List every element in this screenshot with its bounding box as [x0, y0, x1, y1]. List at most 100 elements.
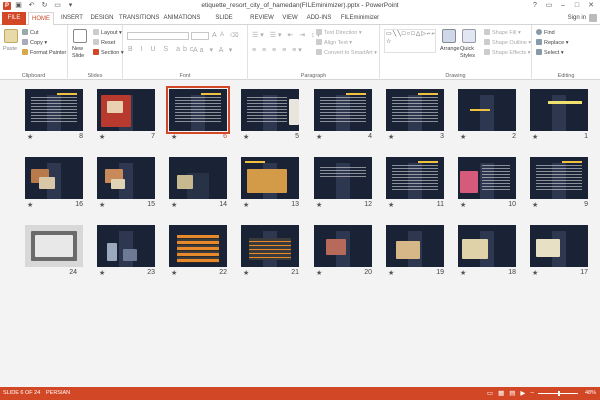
paste-icon[interactable] — [4, 29, 18, 43]
text-direction-button[interactable]: Text Direction ▾ — [316, 29, 362, 36]
avatar[interactable] — [589, 14, 597, 22]
transition-star-icon: ★ — [171, 202, 178, 209]
slide-thumbnail-7[interactable] — [97, 89, 155, 131]
replace-icon — [536, 39, 542, 45]
slide-thumbnail-15[interactable] — [97, 157, 155, 199]
slide-thumbnail-16[interactable] — [25, 157, 83, 199]
paste-button[interactable]: Paste — [3, 46, 17, 52]
slide-thumbnail-18[interactable] — [458, 225, 516, 267]
zoom-slider-handle[interactable] — [558, 391, 560, 396]
list-buttons[interactable]: ☰▾ ☰▾ ⇤ ⇥ ↕▾ — [252, 31, 322, 39]
font-name-input[interactable] — [127, 32, 189, 40]
tab-add-ins[interactable]: ADD-INS — [304, 12, 334, 25]
cut-button[interactable]: Cut — [22, 29, 39, 36]
reset-button[interactable]: Reset — [93, 39, 115, 46]
replace-button[interactable]: Replace ▾ — [536, 39, 568, 46]
drawing-group-label: Drawing — [445, 73, 466, 79]
slide-thumbnail-19[interactable] — [386, 225, 444, 267]
tab-design[interactable]: DESIGN — [88, 12, 116, 25]
font-style-buttons[interactable]: B I U S abc — [128, 46, 196, 53]
transition-star-icon: ★ — [243, 202, 250, 209]
font-color-buttons[interactable]: Aa ▾ A ▾ — [193, 46, 234, 54]
effects-icon — [484, 49, 490, 55]
align-text-button[interactable]: Align Text ▾ — [316, 39, 352, 46]
select-button[interactable]: Select ▾ — [536, 49, 564, 56]
shapes-gallery[interactable]: ▭╲╲□○□△▷⌐⌐↓⇨↑↓{}☆ — [384, 29, 436, 53]
find-button[interactable]: Find — [536, 29, 555, 36]
help-icon[interactable]: ? — [528, 0, 542, 11]
slide-thumbnail-4[interactable] — [314, 89, 372, 131]
search-icon — [536, 29, 542, 35]
language-indicator[interactable]: PERSIAN — [46, 390, 70, 396]
zoom-level[interactable]: 48% — [585, 390, 596, 396]
sign-in-link[interactable]: Sign in — [568, 15, 586, 21]
slide-thumbnail-13[interactable] — [241, 157, 299, 199]
slide-number: 4 — [368, 133, 372, 140]
slide-thumbnail-14[interactable] — [169, 157, 227, 199]
shape-effects-button[interactable]: Shape Effects ▾ — [484, 49, 530, 56]
zoom-out-icon[interactable]: – — [530, 389, 534, 397]
slide-number: 21 — [291, 269, 299, 276]
editing-group: Find Replace ▾ Select ▾ Editing — [532, 25, 600, 80]
arrange-icon[interactable] — [442, 29, 456, 43]
tab-view[interactable]: VIEW — [280, 12, 300, 25]
tab-home[interactable]: HOME — [28, 12, 54, 26]
arrange-button[interactable]: Arrange — [440, 46, 460, 52]
quick-styles-button[interactable]: Quick Styles — [460, 46, 480, 60]
copy-button[interactable]: Copy ▾ — [22, 39, 47, 46]
tab-fileminimizer[interactable]: FILEminimizer — [338, 12, 382, 25]
slide-thumbnail-24[interactable] — [25, 225, 83, 267]
paragraph-group-label: Paragraph — [300, 73, 327, 79]
shrink-font-icon[interactable]: A — [220, 32, 224, 38]
format-painter-button[interactable]: Format Painter — [22, 49, 66, 56]
slide-thumbnail-10[interactable] — [458, 157, 516, 199]
smartart-icon — [316, 49, 322, 55]
slide-thumbnail-9[interactable] — [530, 157, 588, 199]
clear-format-icon[interactable]: ⌫ — [230, 32, 238, 39]
transition-star-icon: ★ — [99, 270, 106, 277]
font-size-input[interactable] — [191, 32, 209, 40]
new-slide-button[interactable]: New Slide — [72, 46, 90, 60]
quick-styles-icon[interactable] — [462, 29, 476, 43]
slide-thumbnail-22[interactable] — [169, 225, 227, 267]
close-icon[interactable]: ✕ — [584, 0, 598, 11]
normal-view-icon[interactable]: ▭ — [487, 389, 493, 397]
shape-fill-button[interactable]: Shape Fill ▾ — [484, 29, 521, 36]
window-controls: ? ▭ – □ ✕ — [528, 0, 598, 11]
slide-thumbnail-1[interactable] — [530, 89, 588, 131]
slide-thumbnail-11[interactable] — [386, 157, 444, 199]
new-slide-icon[interactable] — [73, 29, 87, 43]
slide-thumbnail-2[interactable] — [458, 89, 516, 131]
slides-group: New Slide Layout ▾ Reset Section ▾ Slide… — [68, 25, 124, 80]
slide-thumbnail-8[interactable] — [25, 89, 83, 131]
slide-show-view-icon[interactable]: ▶ — [520, 389, 525, 397]
tab-slide-show[interactable]: SLIDE SHOW — [206, 12, 242, 34]
slide-thumbnail-5[interactable] — [241, 89, 299, 131]
transition-star-icon: ★ — [388, 270, 395, 277]
section-button[interactable]: Section ▾ — [93, 49, 124, 56]
maximize-icon[interactable]: □ — [570, 0, 584, 11]
slide-thumbnail-23[interactable] — [97, 225, 155, 267]
slide-sorter-view-icon[interactable]: ▦ — [498, 389, 504, 397]
slide-thumbnail-6[interactable] — [166, 86, 230, 134]
ribbon-display-icon[interactable]: ▭ — [542, 0, 556, 11]
tab-insert[interactable]: INSERT — [58, 12, 86, 25]
grow-font-icon[interactable]: A — [212, 32, 217, 39]
transition-star-icon: ★ — [27, 202, 34, 209]
tab-review[interactable]: REVIEW — [248, 12, 276, 25]
transition-star-icon: ★ — [460, 202, 467, 209]
align-buttons[interactable]: ≡ ≡ ≡ ≡ ≡▾ — [252, 46, 304, 54]
slide-thumbnail-20[interactable] — [314, 225, 372, 267]
convert-smartart-button[interactable]: Convert to SmartArt ▾ — [316, 49, 377, 56]
slide-thumbnail-3[interactable] — [386, 89, 444, 131]
slide-thumbnail-21[interactable] — [241, 225, 299, 267]
layout-button[interactable]: Layout ▾ — [93, 29, 122, 36]
reading-view-icon[interactable]: ▤ — [509, 389, 515, 397]
slide-thumbnail-12[interactable] — [314, 157, 372, 199]
minimize-icon[interactable]: – — [556, 0, 570, 11]
slide-thumbnail-17[interactable] — [530, 225, 588, 267]
tab-animations[interactable]: ANIMATIONS — [163, 12, 201, 25]
tab-file[interactable]: FILE — [2, 12, 26, 25]
shape-outline-button[interactable]: Shape Outline ▾ — [484, 39, 531, 46]
tab-transitions[interactable]: TRANSITIONS — [119, 12, 159, 25]
